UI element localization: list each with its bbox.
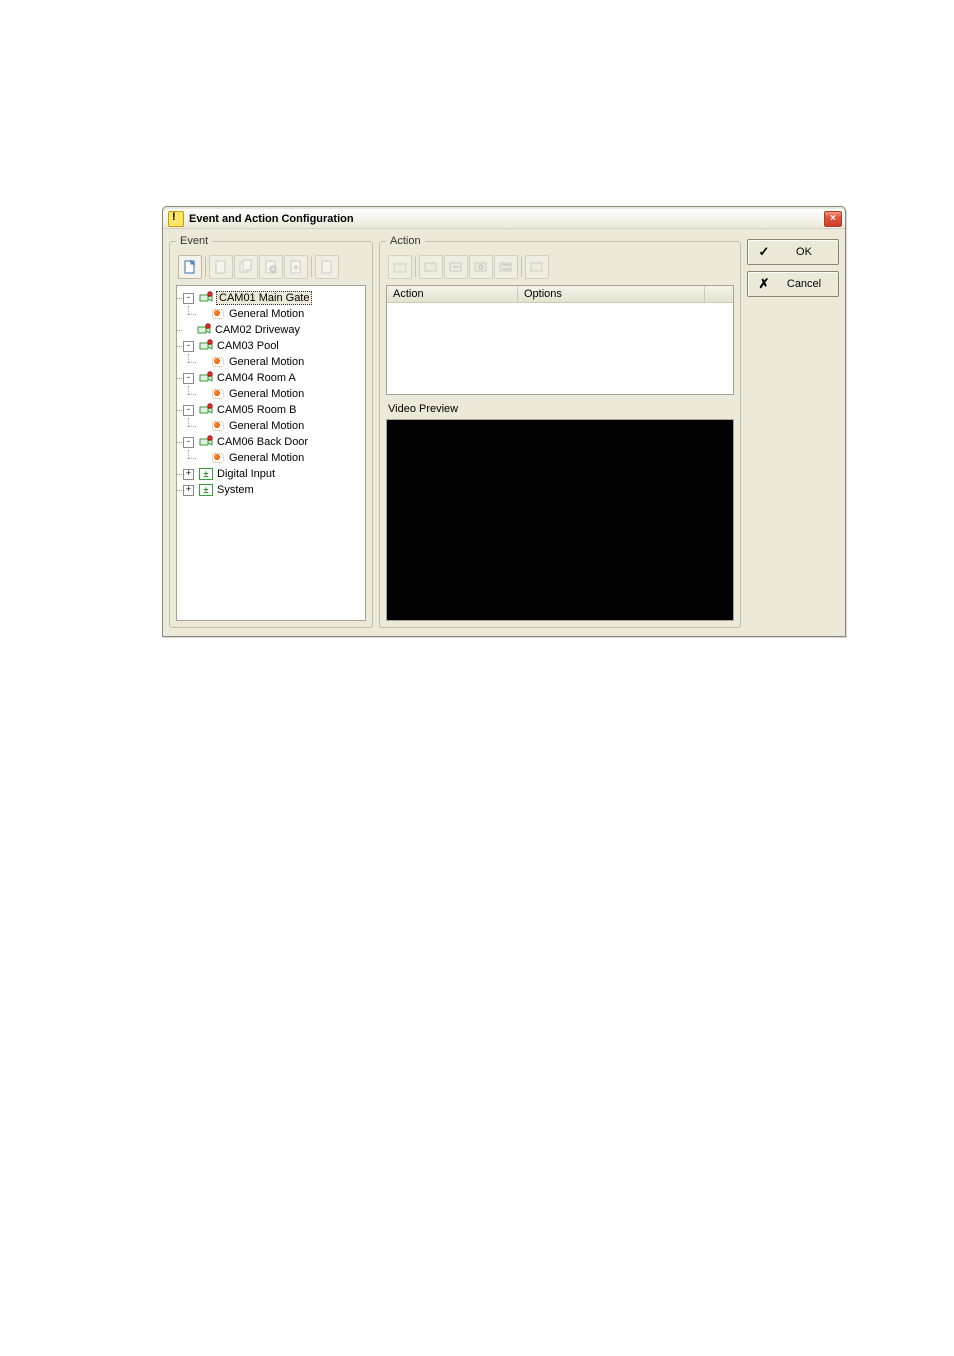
col-options-header[interactable]: Options <box>518 286 705 302</box>
app-icon <box>168 211 184 227</box>
tree-node-label: General Motion <box>228 356 305 368</box>
window-body: Event <box>163 229 845 634</box>
action-tool-c[interactable] <box>444 255 468 279</box>
tree-expander[interactable]: - <box>183 405 194 416</box>
action-tool-f[interactable] <box>525 255 549 279</box>
tree-node-label: CAM03 Pool <box>216 340 280 352</box>
action-legend: Action <box>386 235 425 247</box>
video-preview <box>386 419 734 621</box>
tree-row[interactable]: CAM02 Driveway <box>183 322 363 338</box>
tree-node-label: CAM02 Driveway <box>214 324 301 336</box>
event-tool-e[interactable] <box>315 255 339 279</box>
action-tool-a[interactable] <box>388 255 412 279</box>
camera-icon <box>199 404 213 416</box>
close-button[interactable]: × <box>823 210 843 228</box>
camera-icon <box>199 372 213 384</box>
dialog-buttons: ✓ OK ✗ Cancel <box>747 235 839 628</box>
close-icon: × <box>830 214 836 224</box>
tree-node-label: General Motion <box>228 388 305 400</box>
event-tool-new[interactable] <box>178 255 202 279</box>
col-tail <box>705 286 733 302</box>
toolbar-separator <box>521 257 522 277</box>
col-action-header[interactable]: Action <box>387 286 518 302</box>
event-tool-a[interactable] <box>209 255 233 279</box>
tree-row[interactable]: +±Digital Input <box>183 466 363 482</box>
event-group: Event <box>169 235 373 628</box>
page-copy-icon <box>239 260 253 274</box>
toolbar-separator <box>415 257 416 277</box>
toolbar-separator <box>311 257 312 277</box>
folder-icon <box>393 260 407 274</box>
tree-node-label: CAM06 Back Door <box>216 436 309 448</box>
x-icon: ✗ <box>758 276 770 292</box>
tree-node-label: General Motion <box>228 452 305 464</box>
tree-node-label: System <box>216 484 255 496</box>
tree-node-label: General Motion <box>228 420 305 432</box>
tree-node-label: CAM05 Room B <box>216 404 297 416</box>
ok-label: OK <box>780 246 828 258</box>
tree-expander[interactable]: + <box>183 485 194 496</box>
tree-expander[interactable]: - <box>183 293 194 304</box>
page-import-icon <box>289 260 303 274</box>
action-icon <box>474 260 488 274</box>
action-icon <box>424 260 438 274</box>
page-icon <box>214 260 228 274</box>
page-delete-icon <box>320 260 334 274</box>
event-tool-d[interactable] <box>284 255 308 279</box>
action-icon <box>449 260 463 274</box>
camera-icon <box>199 292 213 304</box>
camera-icon <box>199 340 213 352</box>
action-tool-d[interactable] <box>469 255 493 279</box>
tree-row[interactable]: General Motion <box>197 306 363 322</box>
window-title: Event and Action Configuration <box>189 213 823 225</box>
tree-expander[interactable]: - <box>183 341 194 352</box>
tree-row[interactable]: General Motion <box>197 450 363 466</box>
toolbar-separator <box>205 257 206 277</box>
tree-row[interactable]: General Motion <box>197 354 363 370</box>
tree-node-label: Digital Input <box>216 468 276 480</box>
tree-expander[interactable]: + <box>183 469 194 480</box>
ok-button[interactable]: ✓ OK <box>747 239 839 265</box>
page-gear-icon <box>264 260 278 274</box>
action-tool-e[interactable] <box>494 255 518 279</box>
action-group: Action <box>379 235 741 628</box>
event-toolbar <box>176 253 366 285</box>
video-preview-label: Video Preview <box>388 403 732 415</box>
action-icon <box>499 260 513 274</box>
tree-expander[interactable]: - <box>183 373 194 384</box>
tree-row[interactable]: - CAM03 Pool <box>183 338 363 354</box>
tree-node-label: General Motion <box>228 308 305 320</box>
event-tool-c[interactable] <box>259 255 283 279</box>
check-icon: ✓ <box>758 244 770 260</box>
tree-row[interactable]: General Motion <box>197 386 363 402</box>
tree-expander[interactable]: - <box>183 437 194 448</box>
tree-row[interactable]: General Motion <box>197 418 363 434</box>
event-tree[interactable]: - CAM01 Main Gate General Motion CAM02 Driv… <box>176 285 366 621</box>
tree-node-label: CAM01 Main Gate <box>216 291 312 305</box>
page-new-icon <box>183 260 197 274</box>
title-bar: Event and Action Configuration × <box>163 209 845 229</box>
tree-row[interactable]: - CAM06 Back Door <box>183 434 363 450</box>
action-icon <box>530 260 544 274</box>
tree-row[interactable]: - CAM04 Room A <box>183 370 363 386</box>
tree-node-label: CAM04 Room A <box>216 372 297 384</box>
camera-icon <box>197 324 211 336</box>
event-action-config-window: Event and Action Configuration × Event <box>162 206 846 637</box>
action-toolbar <box>386 253 734 285</box>
event-tool-b[interactable] <box>234 255 258 279</box>
tree-row[interactable]: - CAM05 Room B <box>183 402 363 418</box>
cancel-label: Cancel <box>780 278 828 290</box>
action-list-header: Action Options <box>387 286 733 303</box>
action-list[interactable]: Action Options <box>386 285 734 395</box>
cancel-button[interactable]: ✗ Cancel <box>747 271 839 297</box>
event-legend: Event <box>176 235 212 247</box>
tree-row[interactable]: - CAM01 Main Gate <box>183 290 363 306</box>
action-tool-b[interactable] <box>419 255 443 279</box>
tree-row[interactable]: +±System <box>183 482 363 498</box>
camera-icon <box>199 436 213 448</box>
